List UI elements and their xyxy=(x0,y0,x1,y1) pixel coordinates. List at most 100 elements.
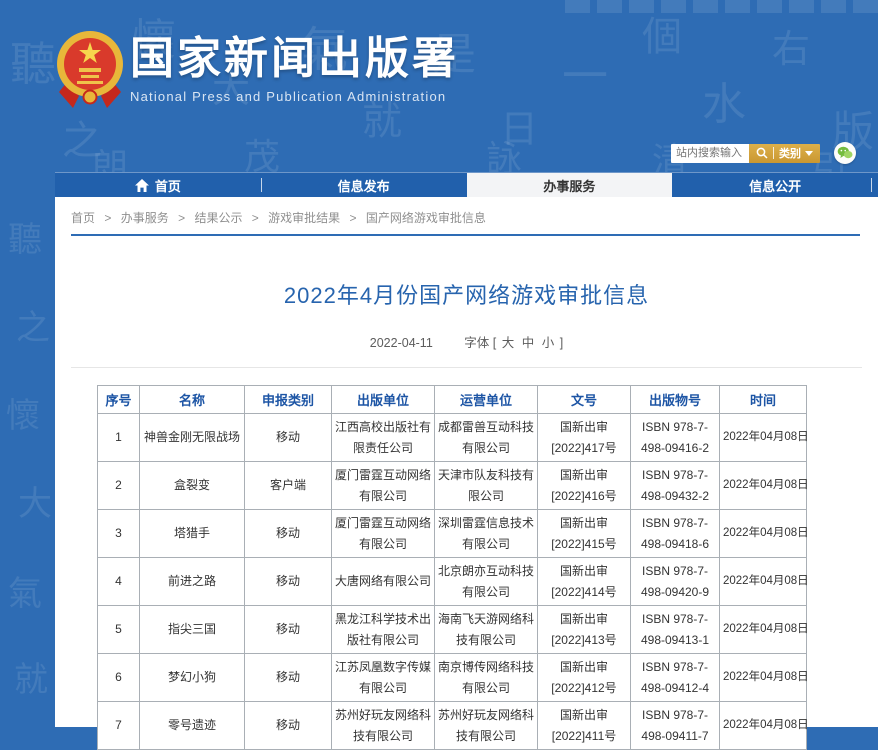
article-meta: 2022-04-11 字体 [ 大 中 小 ] xyxy=(69,332,864,351)
site-title: 国家新闻出版署 xyxy=(130,34,459,85)
cell-date: 2022年04月08日 xyxy=(720,414,807,462)
font-size-medium[interactable]: 中 xyxy=(522,336,535,350)
cell-publisher: 厦门雷霆互动网络有限公司 xyxy=(332,510,435,558)
cell-publisher: 江苏凤凰数字传媒有限公司 xyxy=(332,654,435,702)
nav-label: 办事服务 xyxy=(543,176,595,195)
cell-publisher: 苏州好玩友网络科技有限公司 xyxy=(332,702,435,750)
table-header-cell: 运营单位 xyxy=(435,386,538,414)
cell-category: 客户端 xyxy=(245,462,332,510)
breadcrumb-home[interactable]: 首页 xyxy=(71,211,95,225)
cell-approval-number: 国新出审[2022]417号 xyxy=(538,414,631,462)
cell-isbn: ISBN 978-7-498-09413-1 xyxy=(631,606,720,654)
cell-operator: 海南飞天游网络科技有限公司 xyxy=(435,606,538,654)
cell-publisher: 黑龙江科学技术出版社有限公司 xyxy=(332,606,435,654)
nav-item-services[interactable]: 办事服务 xyxy=(467,173,673,197)
cell-operator: 深圳雷霆信息技术有限公司 xyxy=(435,510,538,558)
cell-approval-number: 国新出审[2022]415号 xyxy=(538,510,631,558)
nav-item-home[interactable]: 首页 xyxy=(55,173,261,197)
cell-date: 2022年04月08日 xyxy=(720,654,807,702)
cell-operator: 成都雷兽互动科技有限公司 xyxy=(435,414,538,462)
table-header-cell: 申报类别 xyxy=(245,386,332,414)
table-body: 1 神兽金刚无限战场 移动 江西高校出版社有限责任公司 成都雷兽互动科技有限公司… xyxy=(98,414,807,750)
national-emblem-icon xyxy=(55,26,125,110)
category-label: 类别 xyxy=(779,145,801,161)
breadcrumb-results[interactable]: 结果公示 xyxy=(194,211,242,225)
table-row: 2 盒裂变 客户端 厦门雷霆互动网络有限公司 天津市队友科技有限公司 国新出审[… xyxy=(98,462,807,510)
cell-index: 7 xyxy=(98,702,140,750)
cell-isbn: ISBN 978-7-498-09411-7 xyxy=(631,702,720,750)
search-divider xyxy=(773,147,774,159)
nav-label: 信息公开 xyxy=(749,176,801,195)
table-header-row: 序号名称申报类别出版单位运营单位文号出版物号时间 xyxy=(98,386,807,414)
breadcrumb-current-page[interactable]: 国产网络游戏审批信息 xyxy=(366,211,486,225)
table-header-cell: 出版物号 xyxy=(631,386,720,414)
search-area: 类别 xyxy=(671,142,856,164)
cell-operator: 天津市队友科技有限公司 xyxy=(435,462,538,510)
table-row: 4 前进之路 移动 大唐网络有限公司 北京朗亦互动科技有限公司 国新出审[202… xyxy=(98,558,807,606)
cell-isbn: ISBN 978-7-498-09420-9 xyxy=(631,558,720,606)
cell-game-name: 前进之路 xyxy=(140,558,245,606)
site-branding: 国家新闻出版署 National Press and Publication A… xyxy=(130,34,459,104)
category-dropdown[interactable]: 类别 xyxy=(779,145,813,161)
site-header: 国家新闻出版署 National Press and Publication A… xyxy=(0,0,878,172)
cell-category: 移动 xyxy=(245,702,332,750)
nav-separator xyxy=(871,178,872,192)
breadcrumb-separator: > xyxy=(252,211,259,225)
bracket-close: ] xyxy=(560,336,563,350)
cell-game-name: 神兽金刚无限战场 xyxy=(140,414,245,462)
search-icon[interactable] xyxy=(756,147,768,159)
cell-category: 移动 xyxy=(245,558,332,606)
cell-isbn: ISBN 978-7-498-09418-6 xyxy=(631,510,720,558)
cell-game-name: 塔猎手 xyxy=(140,510,245,558)
search-input[interactable] xyxy=(671,144,749,163)
cell-publisher: 厦门雷霆互动网络有限公司 xyxy=(332,462,435,510)
publish-date: 2022-04-11 xyxy=(370,336,433,350)
font-size-control: 字体 [ 大 中 小 ] xyxy=(464,336,563,350)
font-size-large[interactable]: 大 xyxy=(502,336,515,350)
cell-approval-number: 国新出审[2022]414号 xyxy=(538,558,631,606)
nav-item-info-disclosure[interactable]: 信息公开 xyxy=(672,173,878,197)
site-subtitle: National Press and Publication Administr… xyxy=(130,89,459,104)
breadcrumb-separator: > xyxy=(350,211,357,225)
cell-approval-number: 国新出审[2022]412号 xyxy=(538,654,631,702)
wechat-icon[interactable] xyxy=(834,142,856,164)
cell-index: 4 xyxy=(98,558,140,606)
cell-date: 2022年04月08日 xyxy=(720,510,807,558)
cell-index: 6 xyxy=(98,654,140,702)
breadcrumb-services[interactable]: 办事服务 xyxy=(121,211,169,225)
table-row: 7 零号遗迹 移动 苏州好玩友网络科技有限公司 苏州好玩友网络科技有限公司 国新… xyxy=(98,702,807,750)
cell-operator: 北京朗亦互动科技有限公司 xyxy=(435,558,538,606)
cell-date: 2022年04月08日 xyxy=(720,462,807,510)
cell-index: 3 xyxy=(98,510,140,558)
home-icon xyxy=(135,179,149,192)
cell-game-name: 梦幻小狗 xyxy=(140,654,245,702)
page-title: 2022年4月份国产网络游戏审批信息 xyxy=(69,278,864,310)
cell-category: 移动 xyxy=(245,510,332,558)
national-emblem-logo xyxy=(55,26,125,110)
cell-publisher: 大唐网络有限公司 xyxy=(332,558,435,606)
main-nav: 首页 信息发布 办事服务 信息公开 xyxy=(55,172,878,197)
table-header-cell: 时间 xyxy=(720,386,807,414)
nav-separator xyxy=(261,178,262,192)
nav-item-info-release[interactable]: 信息发布 xyxy=(261,173,467,197)
cell-index: 5 xyxy=(98,606,140,654)
breadcrumb-separator: > xyxy=(178,211,185,225)
cell-approval-number: 国新出审[2022]413号 xyxy=(538,606,631,654)
font-size-label: 字体 xyxy=(464,336,489,350)
cell-game-name: 指尖三国 xyxy=(140,606,245,654)
cell-category: 移动 xyxy=(245,606,332,654)
cell-game-name: 盒裂变 xyxy=(140,462,245,510)
table-header-cell: 序号 xyxy=(98,386,140,414)
nav-label: 首页 xyxy=(155,176,181,195)
table-row: 6 梦幻小狗 移动 江苏凤凰数字传媒有限公司 南京博传网络科技有限公司 国新出审… xyxy=(98,654,807,702)
cell-operator: 南京博传网络科技有限公司 xyxy=(435,654,538,702)
cell-game-name: 零号遗迹 xyxy=(140,702,245,750)
font-size-small[interactable]: 小 xyxy=(542,336,555,350)
table-header-cell: 文号 xyxy=(538,386,631,414)
cell-date: 2022年04月08日 xyxy=(720,606,807,654)
breadcrumb-game-approvals[interactable]: 游戏审批结果 xyxy=(268,211,340,225)
breadcrumb-separator: > xyxy=(104,211,111,225)
cell-approval-number: 国新出审[2022]411号 xyxy=(538,702,631,750)
table-header-cell: 出版单位 xyxy=(332,386,435,414)
table-row: 5 指尖三国 移动 黑龙江科学技术出版社有限公司 海南飞天游网络科技有限公司 国… xyxy=(98,606,807,654)
